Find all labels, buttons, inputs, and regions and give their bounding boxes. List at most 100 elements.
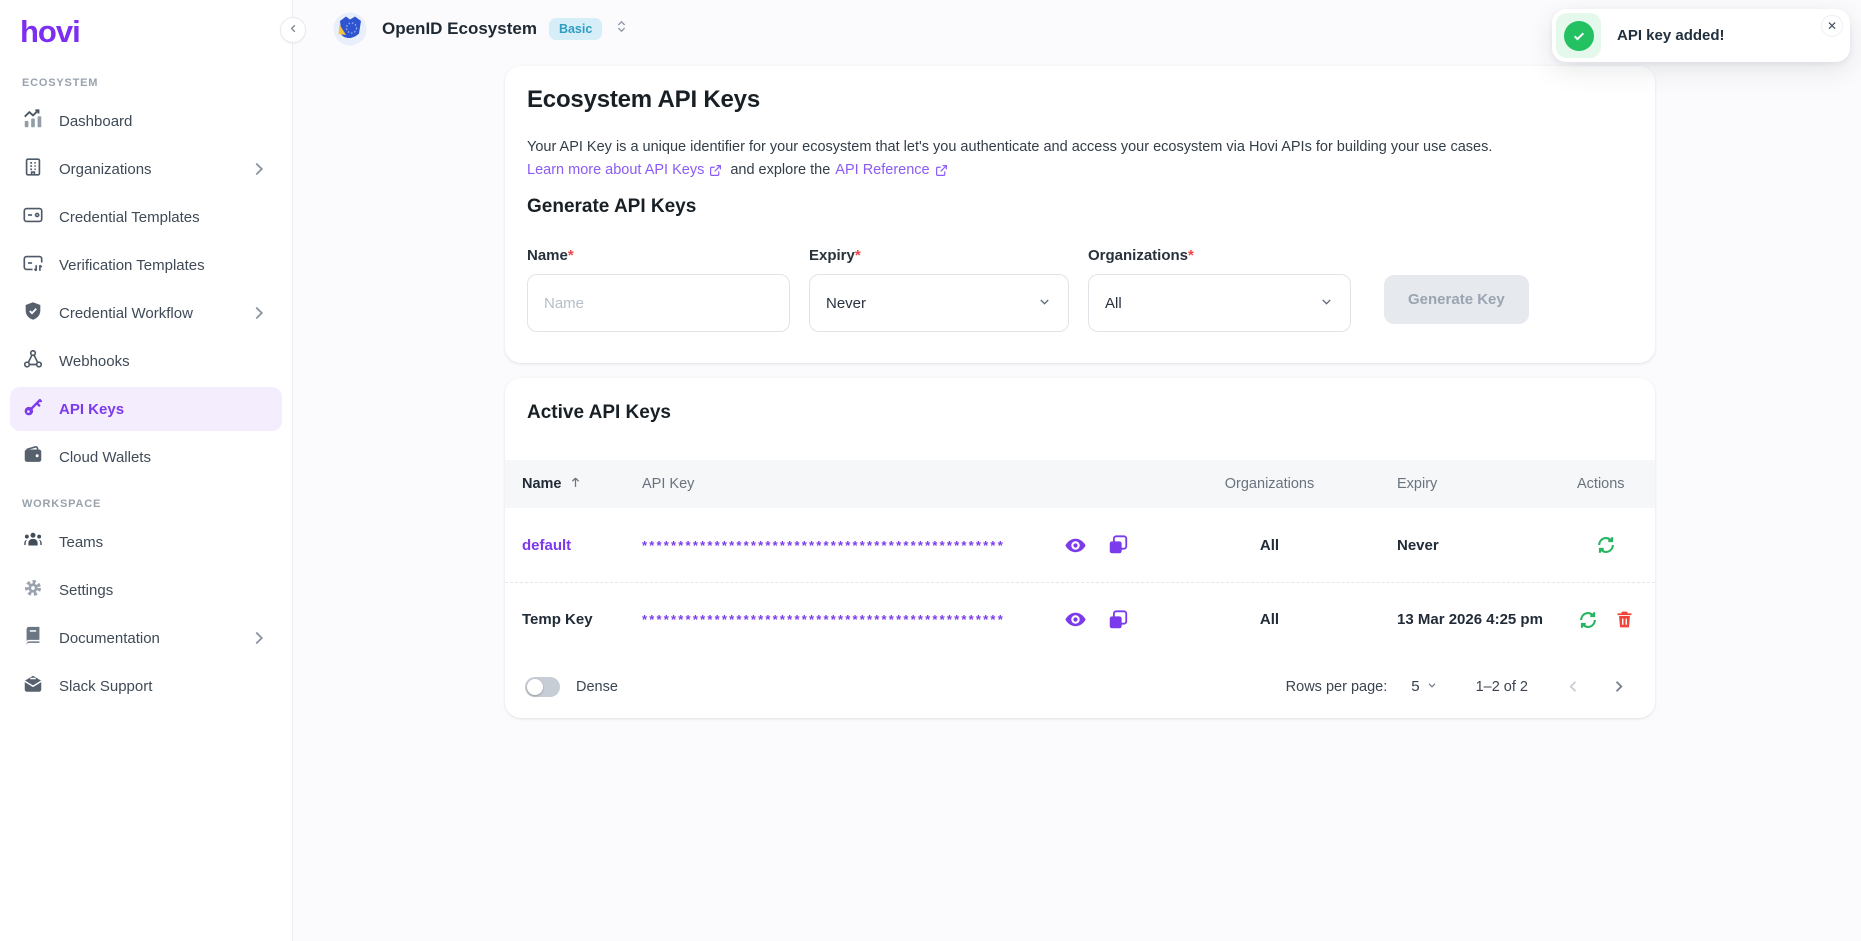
toast-message: API key added! [1617,27,1725,44]
building-icon [22,156,44,182]
ecosystem-switcher[interactable]: OpenID Ecosystem Basic [330,9,629,49]
toggle-knob [527,679,543,695]
refresh-icon[interactable] [1577,609,1599,631]
sidebar-nav-ecosystem: Dashboard Organizations Credential Templ… [0,99,292,479]
pagination-controls: Rows per page: 5 1–2 of 2 [1286,677,1628,696]
organizations-select[interactable]: All [1088,274,1351,332]
dense-toggle[interactable] [525,677,560,697]
expiry-value: Never [1397,537,1577,554]
copy-icon[interactable] [1107,609,1129,631]
plan-badge: Basic [549,18,602,40]
organizations-field-group: Organizations* All [1088,247,1351,332]
dense-label: Dense [576,679,618,695]
generate-key-button[interactable]: Generate Key [1384,275,1529,324]
learn-more-link[interactable]: Learn more about API Keys [527,162,704,178]
next-page-button[interactable] [1609,677,1628,696]
trash-icon[interactable] [1614,609,1635,630]
sidebar-item-credential-workflow[interactable]: Credential Workflow [10,291,282,335]
row-actions [1577,609,1655,631]
ecosystem-api-keys-card: Ecosystem API Keys Your API Key is a uni… [505,66,1655,363]
name-label: Name* [527,247,790,264]
name-input[interactable] [527,274,790,332]
sidebar-section-ecosystem: ECOSYSTEM [22,77,292,89]
shield-check-icon [22,300,44,326]
active-api-keys-title: Active API Keys [527,402,671,424]
sidebar-item-settings[interactable]: Settings [10,568,282,612]
sidebar-item-slack-support[interactable]: Slack Support [10,664,282,708]
toast-api-key-added: API key added! ✕ [1552,9,1850,62]
api-keys-description: Your API Key is a unique identifier for … [527,139,1492,155]
sidebar-item-label: Verification Templates [59,257,205,274]
chevron-left-icon [287,22,300,38]
success-check-icon [1564,21,1594,51]
chevron-right-icon [248,302,270,324]
sidebar: hovi ECOSYSTEM Dashboard Organizations C… [0,0,293,941]
sidebar-item-label: Teams [59,534,103,551]
rows-per-page-label: Rows per page: [1286,679,1388,695]
api-keys-links: Learn more about API Keys and explore th… [527,162,951,178]
sidebar-item-label: Settings [59,582,113,599]
sidebar-item-label: Slack Support [59,678,152,695]
column-header-api-key: API Key [642,476,1142,492]
gear-icon [22,577,44,603]
webhook-icon [22,348,44,374]
sidebar-item-label: Documentation [59,630,160,647]
chevron-right-icon [248,627,270,649]
previous-page-button[interactable] [1564,677,1583,696]
sidebar-item-organizations[interactable]: Organizations [10,147,282,191]
rows-per-page-select[interactable]: 5 [1411,678,1437,695]
sidebar-item-verification-templates[interactable]: Verification Templates [10,243,282,287]
chevron-updown-icon [614,19,629,39]
generate-api-keys-title: Generate API Keys [527,196,696,218]
sidebar-item-teams[interactable]: Teams [10,520,282,564]
table-header: Name API Key Organizations Expiry Action… [505,460,1655,508]
api-key-name: Temp Key [522,611,642,628]
app-root: hovi ECOSYSTEM Dashboard Organizations C… [0,0,1861,941]
sidebar-item-cloud-wallets[interactable]: Cloud Wallets [10,435,282,479]
key-icon [22,396,44,422]
sidebar-item-label: Credential Workflow [59,305,193,322]
refresh-icon[interactable] [1595,534,1617,556]
ecosystem-name: OpenID Ecosystem [382,19,537,39]
sidebar-item-credential-templates[interactable]: Credential Templates [10,195,282,239]
column-header-organizations: Organizations [1142,476,1397,492]
sidebar-item-label: Cloud Wallets [59,449,151,466]
organizations-label: Organizations* [1088,247,1351,264]
organizations-selected-value: All [1105,295,1122,312]
column-header-expiry: Expiry [1397,476,1577,492]
external-link-icon [935,164,948,177]
hovi-logo: hovi [20,14,292,50]
sidebar-item-documentation[interactable]: Documentation [10,616,282,660]
close-icon[interactable]: ✕ [1821,15,1843,37]
api-key-name-link[interactable]: default [522,537,642,554]
rows-per-page-value: 5 [1411,678,1419,695]
book-icon [22,625,44,651]
eye-icon[interactable] [1064,534,1087,557]
expiry-label: Expiry* [809,247,1069,264]
ecosystem-logo [330,9,370,49]
sidebar-collapse-button[interactable] [280,17,306,43]
chevron-down-icon [1037,294,1052,313]
expiry-select[interactable]: Never [809,274,1069,332]
sidebar-item-webhooks[interactable]: Webhooks [10,339,282,383]
copy-icon[interactable] [1107,534,1129,556]
toast-success-tile [1556,13,1601,58]
row-actions [1577,534,1655,556]
eye-icon[interactable] [1064,608,1087,631]
required-asterisk: * [1188,247,1194,264]
column-header-name[interactable]: Name [522,475,642,494]
sidebar-item-api-keys[interactable]: API Keys [10,387,282,431]
required-asterisk: * [568,247,574,264]
sidebar-section-workspace: WORKSPACE [22,498,292,510]
expiry-field-group: Expiry* Never [809,247,1069,332]
sidebar-item-dashboard[interactable]: Dashboard [10,99,282,143]
chevron-right-icon [248,158,270,180]
required-asterisk: * [855,247,861,264]
api-key-cell: ****************************************… [642,608,1142,631]
sort-asc-icon [568,475,583,494]
table-footer: Dense Rows per page: 5 1–2 of 2 [505,655,1655,718]
teams-icon [22,529,44,555]
verification-card-icon [22,252,44,278]
links-middle-text: and explore the [730,162,830,178]
api-reference-link[interactable]: API Reference [835,162,929,178]
